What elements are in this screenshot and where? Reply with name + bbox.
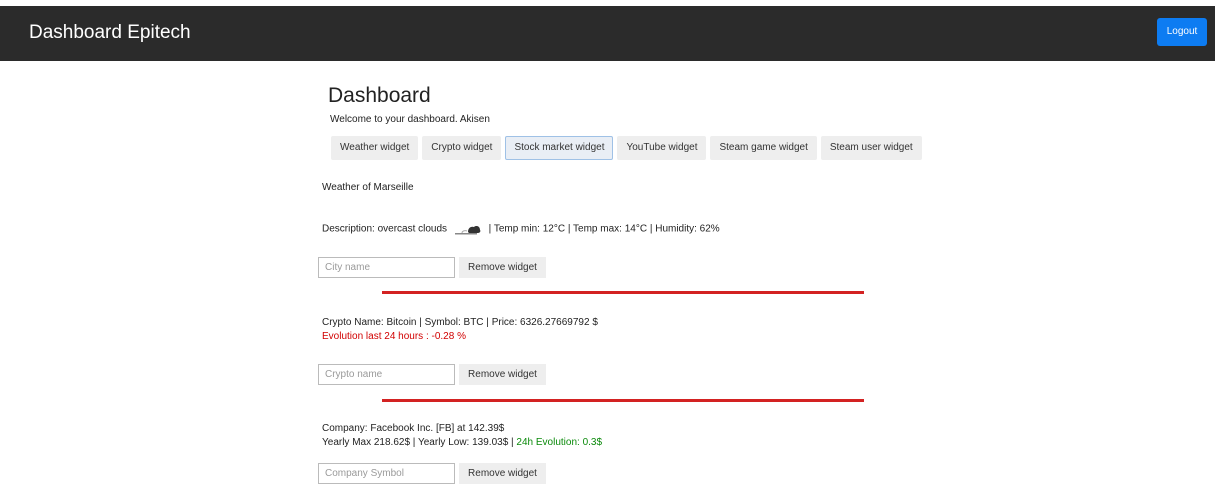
brand-title[interactable]: Dashboard Epitech: [29, 22, 191, 44]
stock-yearly-info: Yearly Max 218.62$ | Yearly Low: 139.03$…: [322, 437, 602, 448]
page-title: Dashboard: [328, 84, 431, 107]
stock-company-info: Company: Facebook Inc. [FB] at 142.39$: [322, 423, 505, 434]
tab-steam-game-widget[interactable]: Steam game widget: [710, 136, 817, 160]
top-navbar: Dashboard Epitech Logout: [0, 6, 1215, 61]
widget-divider: [382, 291, 864, 294]
tab-steam-user-widget[interactable]: Steam user widget: [820, 136, 922, 160]
widget-divider: [382, 399, 864, 402]
tab-youtube-widget[interactable]: YouTube widget: [617, 136, 707, 160]
weather-details: | Temp min: 12°C | Temp max: 14°C | Humi…: [488, 223, 720, 235]
remove-crypto-widget-button[interactable]: Remove widget: [459, 364, 546, 385]
crypto-info: Crypto Name: Bitcoin | Symbol: BTC | Pri…: [322, 317, 598, 328]
stock-yearly-range: Yearly Max 218.62$ | Yearly Low: 139.03$…: [322, 437, 514, 448]
dashboard-content: Dashboard Welcome to your dashboard. Aki…: [0, 61, 1215, 484]
city-name-input[interactable]: [318, 257, 455, 278]
tab-crypto-widget[interactable]: Crypto widget: [422, 136, 502, 160]
welcome-message: Welcome to your dashboard. Akisen: [330, 114, 490, 125]
remove-weather-widget-button[interactable]: Remove widget: [459, 257, 546, 278]
weather-info: Description: overcast clouds | Temp min:…: [322, 223, 720, 235]
crypto-name-input[interactable]: [318, 364, 455, 385]
stock-evolution: 24h Evolution: 0.3$: [516, 437, 603, 448]
weather-heading: Weather of Marseille: [322, 182, 414, 193]
remove-stock-widget-button[interactable]: Remove widget: [459, 463, 546, 484]
crypto-evolution: Evolution last 24 hours : -0.28 %: [322, 331, 466, 342]
company-symbol-input[interactable]: [318, 463, 455, 484]
tab-stock-market-widget[interactable]: Stock market widget: [505, 136, 614, 160]
logout-button[interactable]: Logout: [1157, 18, 1207, 46]
weather-description: Description: overcast clouds: [322, 223, 448, 235]
widget-tabs: Weather widget Crypto widget Stock marke…: [331, 136, 922, 160]
tab-weather-widget[interactable]: Weather widget: [331, 136, 419, 160]
overcast-clouds-icon: [454, 226, 481, 235]
